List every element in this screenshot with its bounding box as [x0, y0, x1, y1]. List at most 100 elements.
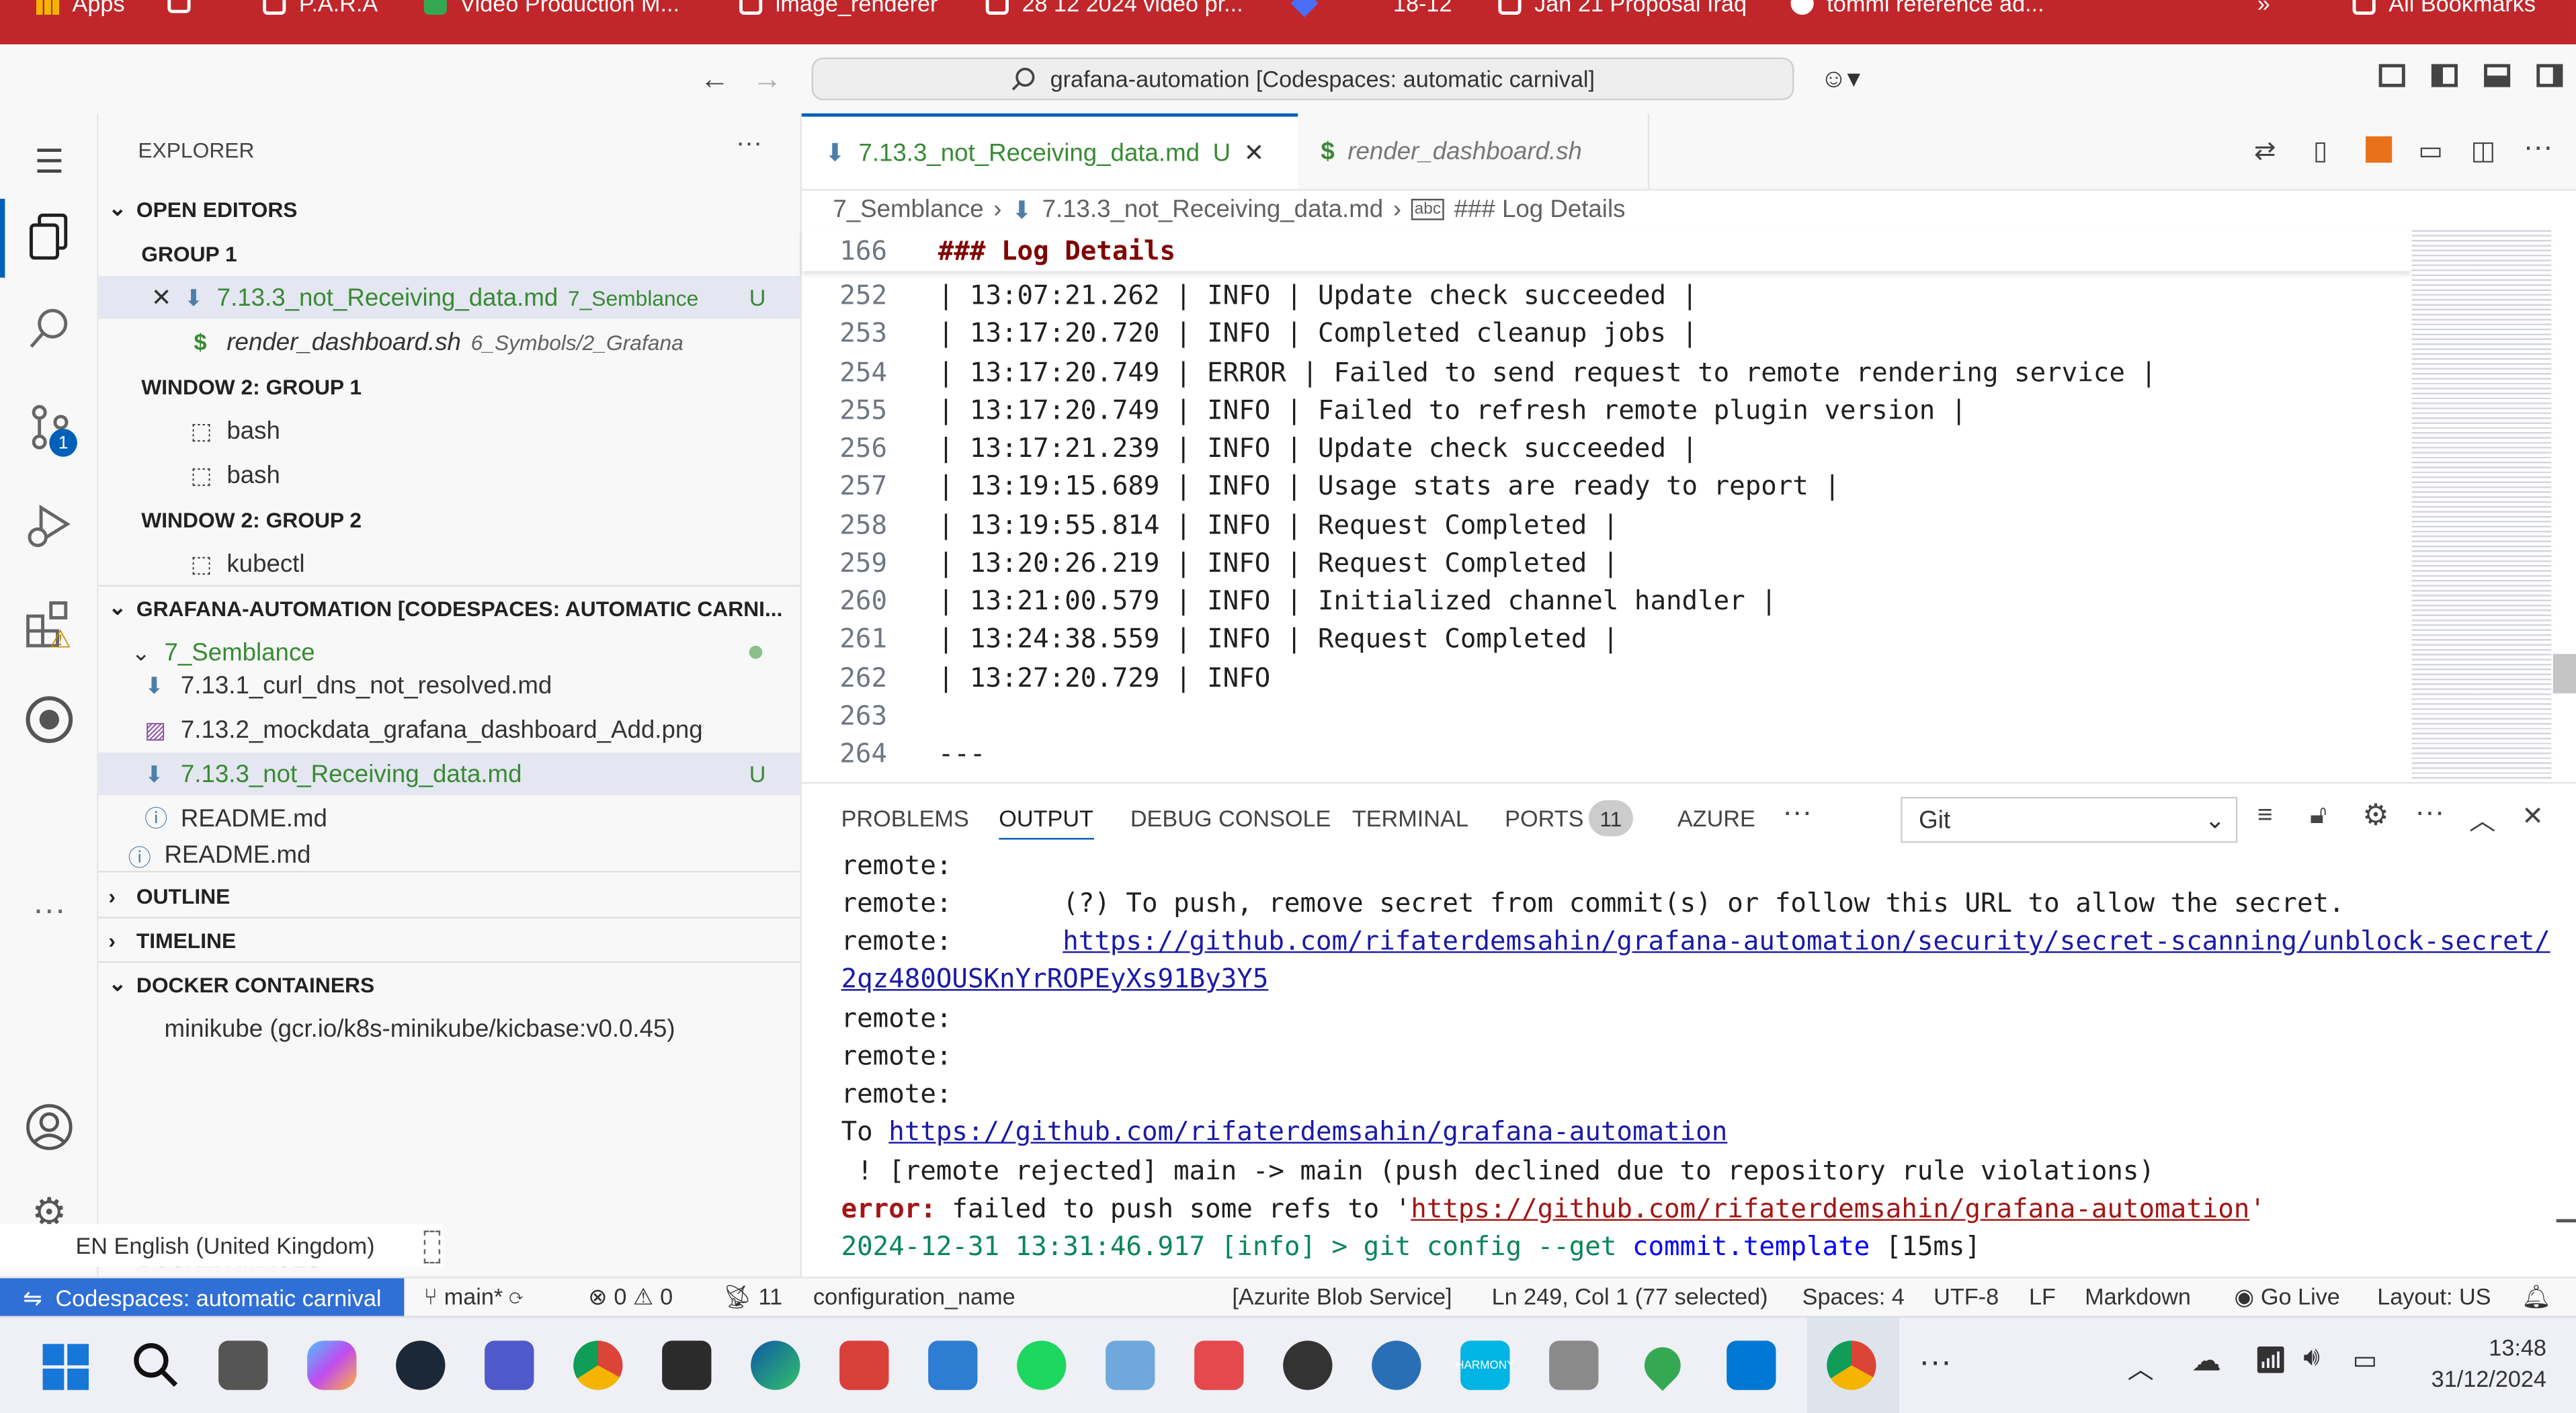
chrome-profile-icon[interactable]: [1827, 1340, 1876, 1390]
forward-arrow-icon[interactable]: →: [753, 62, 782, 97]
edge-icon[interactable]: [751, 1340, 800, 1390]
bookmark-apps[interactable]: Apps: [36, 0, 125, 16]
bookmarks-overflow[interactable]: »: [2257, 0, 2270, 16]
github-view-icon[interactable]: [22, 691, 77, 747]
customize-layout-icon[interactable]: [2378, 64, 2405, 87]
code-line[interactable]: ---: [938, 738, 986, 769]
compare-changes-icon[interactable]: ⇄: [2254, 135, 2276, 168]
explorer-icon[interactable]: [22, 209, 77, 265]
unblock-secret-link-cont[interactable]: 2qz480OUSKnYrROPEyXs91By3Y5: [841, 963, 1269, 994]
branch-status[interactable]: ⑂ main* ⟳: [424, 1283, 524, 1310]
scrollbar-thumb[interactable]: [2552, 654, 2576, 693]
unblock-secret-link[interactable]: https://github.com/rifaterdemsahin/grafa…: [1063, 925, 2550, 956]
bookmark-video-production[interactable]: Video Production M...: [423, 0, 679, 16]
open-editors-header[interactable]: ⌄ OPEN EDITORS: [99, 187, 800, 230]
gear-icon[interactable]: ⚙: [2362, 798, 2388, 832]
toggle-panel-icon[interactable]: [2484, 64, 2511, 87]
file-item[interactable]: ▨ 7.13.2_mockdata_grafana_dashboard_Add.…: [99, 708, 800, 751]
file-item[interactable]: ⓘ README.md: [99, 841, 800, 871]
breadcrumb-folder[interactable]: 7_Semblance: [833, 196, 983, 224]
preview-side-icon[interactable]: ▭: [2418, 135, 2443, 168]
split-editor-icon[interactable]: ◫: [2471, 135, 2496, 168]
code-line[interactable]: | 13:27:20.729 | INFO: [938, 662, 1271, 693]
bookmark-para[interactable]: P.A.R.A: [263, 0, 378, 16]
encoding-status[interactable]: UTF-8: [1934, 1283, 1999, 1310]
chevron-up-icon[interactable]: ︿: [2128, 1347, 2154, 1387]
repo-link[interactable]: https://github.com/rifaterdemsahin/grafa…: [888, 1115, 1727, 1146]
remote-desktop-icon[interactable]: [1549, 1340, 1599, 1390]
terminal-editor-item[interactable]: ⬚ bash: [99, 454, 800, 497]
tab-terminal[interactable]: TERMINAL: [1352, 805, 1468, 831]
code-line[interactable]: | 13:17:20.749 | ERROR | Failed to send …: [938, 357, 2157, 388]
container-item[interactable]: minikube (gcr.io/k8s-minikube/kicbase:v0…: [99, 1007, 800, 1050]
tab-not-receiving-data[interactable]: ⬇ 7.13.3_not_Receiving_data.md U ✕: [801, 113, 1298, 189]
spotify-icon[interactable]: [1017, 1340, 1067, 1390]
toggle-primary-sidebar-icon[interactable]: [2431, 64, 2458, 87]
more-views-icon[interactable]: ···: [22, 882, 77, 938]
volume-icon[interactable]: 🔊︎: [2303, 1344, 2320, 1373]
menu-icon[interactable]: ☰: [22, 133, 77, 189]
steam-icon[interactable]: [396, 1340, 446, 1390]
open-editor-item[interactable]: $ render_dashboard.sh 6_Symbols/2_Grafan…: [99, 320, 800, 363]
lock-icon[interactable]: 🔓︎: [2310, 802, 2327, 831]
chrome-icon[interactable]: [573, 1340, 623, 1390]
maps-icon[interactable]: [1636, 1340, 1688, 1391]
maximize-panel-icon[interactable]: ︿: [2469, 798, 2495, 838]
tab-problems[interactable]: PROBLEMS: [841, 805, 969, 831]
open-preview-icon[interactable]: ▯: [2313, 135, 2328, 168]
toggle-secondary-sidebar-icon[interactable]: [2536, 64, 2563, 87]
extensions-icon[interactable]: ⚠: [22, 597, 77, 654]
code-line[interactable]: | 13:17:20.720 | INFO | Completed cleanu…: [938, 317, 1698, 348]
vscode-icon[interactable]: [1727, 1340, 1776, 1390]
snipping-tool-icon[interactable]: [839, 1340, 889, 1390]
open-editor-item[interactable]: ✕ ⬇ 7.13.3_not_Receiving_data.md 7_Sembl…: [98, 275, 800, 319]
cursor-position[interactable]: Ln 249, Col 1 (77 selected): [1492, 1283, 1768, 1310]
windows-start-icon[interactable]: [42, 1344, 89, 1390]
obs-icon[interactable]: [1283, 1340, 1333, 1390]
bookmark-image-renderer[interactable]: image_renderer: [739, 0, 938, 16]
file-item[interactable]: ⬇ 7.13.1_curl_dns_not_resolved.md: [99, 664, 800, 707]
explorer-more-icon[interactable]: ···: [736, 130, 762, 159]
tab-ports[interactable]: PORTS: [1505, 805, 1583, 831]
bookmark-18-12[interactable]: 18-12: [1290, 0, 1452, 17]
breadcrumb-heading[interactable]: ### Log Details: [1454, 196, 1626, 224]
minimap[interactable]: [2411, 230, 2552, 781]
back-arrow-icon[interactable]: ←: [700, 62, 729, 97]
filter-list-icon[interactable]: ≡: [2257, 802, 2273, 831]
harmony-icon[interactable]: HARMONY: [1456, 1340, 1515, 1390]
golive-status[interactable]: ◉ Go Live: [2235, 1283, 2340, 1312]
code-line[interactable]: | 13:24:38.559 | INFO | Request Complete…: [938, 623, 1619, 654]
repo-link[interactable]: https://github.com/rifaterdemsahin/grafa…: [1411, 1193, 2249, 1224]
command-center[interactable]: grafana-automation [Codespaces: automati…: [811, 57, 1794, 101]
panel-actions-icon[interactable]: ···: [2415, 796, 2444, 830]
code-line[interactable]: | 13:17:20.749 | INFO | Failed to refres…: [938, 394, 1967, 425]
teams-icon[interactable]: [485, 1340, 534, 1390]
code-line[interactable]: | 13:20:26.219 | INFO | Request Complete…: [938, 547, 1619, 578]
config-status[interactable]: configuration_name: [813, 1283, 1015, 1310]
source-control-icon[interactable]: 1: [22, 399, 77, 457]
search-icon[interactable]: [132, 1340, 181, 1398]
more-apps-icon[interactable]: ···: [1919, 1344, 1952, 1381]
docker-containers-header[interactable]: ⌄ DOCKER CONTAINERS: [99, 963, 800, 1006]
bookmark-tommi[interactable]: tommi reference ad...: [1790, 0, 2044, 16]
workspace-header[interactable]: ⌄ GRAFANA-AUTOMATION [CODESPACES: AUTOMA…: [99, 587, 800, 630]
tab-output[interactable]: OUTPUT: [999, 805, 1093, 840]
ports-status[interactable]: 📡︎ 11: [723, 1283, 783, 1312]
code-line[interactable]: | 13:17:21.239 | INFO | Update check suc…: [938, 432, 1698, 463]
accounts-icon[interactable]: [22, 1099, 77, 1155]
spreadsheet-icon[interactable]: [2366, 136, 2393, 163]
eol-status[interactable]: LF: [2029, 1283, 2056, 1310]
task-view-icon[interactable]: [218, 1340, 268, 1390]
onedrive-cloud-icon[interactable]: ☁: [2192, 1344, 2221, 1378]
timeline-header[interactable]: › TIMELINE: [99, 918, 800, 961]
app-icon[interactable]: [1372, 1340, 1421, 1390]
breadcrumb-file[interactable]: 7.13.3_not_Receiving_data.md: [1042, 196, 1384, 224]
panel-scrollbar[interactable]: [2556, 1219, 2576, 1223]
battery-icon[interactable]: ▭: [2353, 1344, 2378, 1377]
code-line[interactable]: | 13:19:15.689 | INFO | Usage stats are …: [938, 470, 1840, 501]
panel-more-icon[interactable]: ···: [1782, 796, 1812, 830]
git-app-icon[interactable]: [1194, 1340, 1244, 1390]
terminal-editor-item[interactable]: ⬚ kubectl: [99, 542, 800, 585]
azurite-status[interactable]: [Azurite Blob Service]: [1232, 1283, 1452, 1310]
outline-header[interactable]: › OUTLINE: [99, 874, 800, 917]
